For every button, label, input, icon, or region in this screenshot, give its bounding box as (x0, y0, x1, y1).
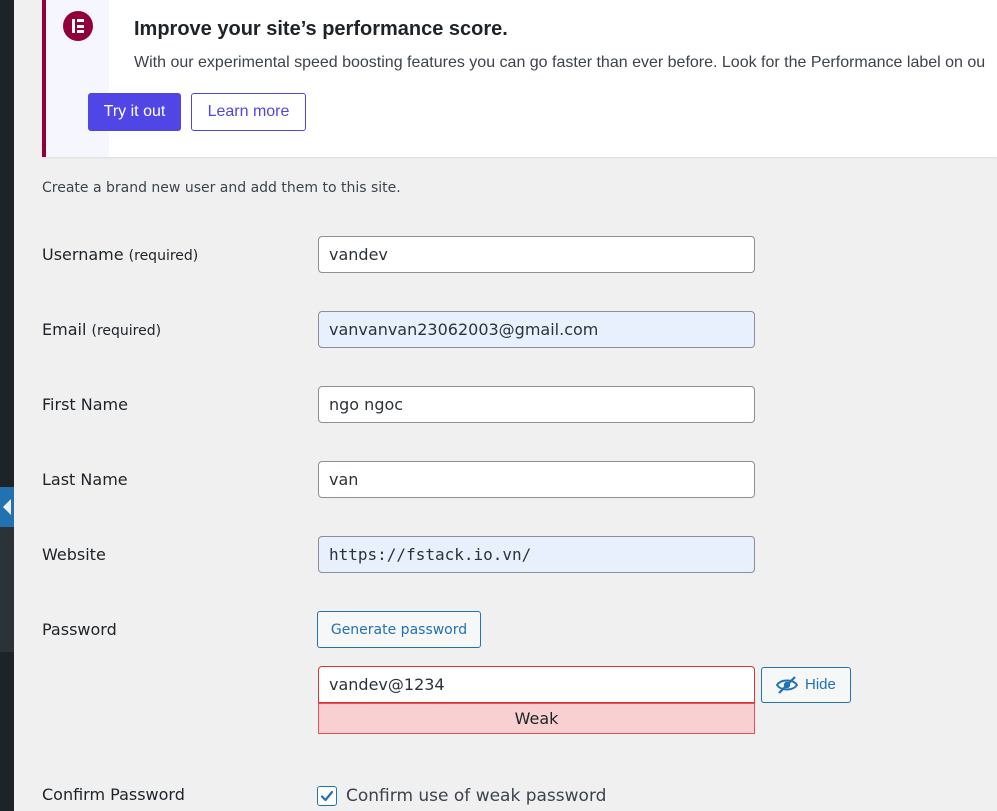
checkmark-icon (320, 790, 334, 802)
try-it-out-button[interactable]: Try it out (88, 93, 181, 131)
performance-notice: Improve your site’s performance score. W… (42, 0, 997, 157)
username-input[interactable] (318, 236, 755, 273)
confirm-weak-password-checkbox[interactable] (317, 786, 337, 806)
password-strength-meter: Weak (318, 703, 755, 734)
notice-icon-column (46, 0, 109, 157)
password-input[interactable] (318, 666, 755, 703)
hide-button-label: Hide (805, 676, 836, 693)
form-intro: Create a brand new user and add them to … (42, 180, 401, 196)
eye-slash-icon (775, 676, 799, 694)
username-label: Username (required) (42, 245, 199, 264)
notice-title: Improve your site’s performance score. (134, 18, 508, 40)
email-label: Email (required) (42, 320, 162, 339)
caret-left-icon (3, 499, 11, 515)
last-name-label: Last Name (42, 470, 128, 489)
sidebar-submenu-strip (0, 527, 14, 652)
learn-more-button[interactable]: Learn more (191, 93, 306, 131)
admin-sidebar (0, 0, 14, 811)
elementor-logo-icon (63, 11, 93, 41)
sidebar-collapse-toggle[interactable] (0, 487, 14, 527)
website-input[interactable] (318, 536, 755, 573)
first-name-input[interactable] (318, 386, 755, 423)
required-marker: (required) (91, 323, 162, 339)
password-label: Password (42, 620, 117, 639)
first-name-label: First Name (42, 395, 128, 414)
hide-password-button[interactable]: Hide (761, 667, 851, 703)
generate-password-button[interactable]: Generate password (317, 611, 481, 648)
confirm-weak-password-label[interactable]: Confirm use of weak password (346, 786, 606, 806)
confirm-password-label: Confirm Password (42, 785, 185, 804)
last-name-input[interactable] (318, 461, 755, 498)
required-marker: (required) (128, 248, 199, 264)
notice-description: With our experimental speed boosting fea… (134, 54, 986, 71)
website-label: Website (42, 545, 106, 564)
email-input[interactable] (318, 311, 755, 348)
